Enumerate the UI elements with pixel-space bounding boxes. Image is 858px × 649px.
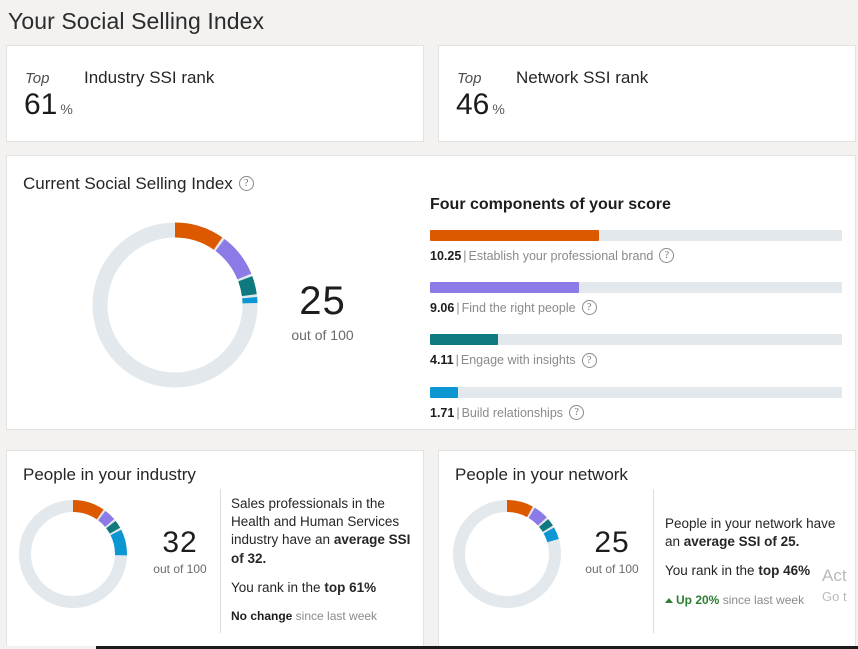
industry-donut-svg <box>19 500 127 608</box>
question-mark-circle-icon[interactable]: ? <box>581 352 597 368</box>
component-label-people: 9.06 | Find the right people? <box>430 300 854 316</box>
network-donut-chart <box>448 495 566 613</box>
industry-rank-heading: Industry SSI rank <box>84 68 215 87</box>
network-rank-sentence: You rank in the top 46% <box>665 562 845 580</box>
network-change-up: Up 20% <box>676 592 720 607</box>
industry-change-rest: since last week <box>292 609 378 624</box>
people-in-your-industry-title: People in your industry <box>23 465 196 484</box>
network-card-divider <box>653 489 654 633</box>
component-value-people: 9.06 <box>430 301 455 316</box>
industry-score-group: 32 out of 100 <box>140 526 220 577</box>
network-rank-top-label: Top <box>457 70 482 87</box>
industry-ssi-rank-card[interactable]: Top Industry SSI rank 61 % <box>6 45 424 142</box>
industry-score-value: 32 <box>162 526 198 559</box>
component-bar-track-insights <box>430 334 842 346</box>
industry-rank-percent-sign: % <box>60 101 73 117</box>
trend-up-arrow-icon <box>665 597 673 603</box>
current-ssi-title-row: Current Social Selling Index? <box>23 174 254 194</box>
component-bar-track-people <box>430 282 842 294</box>
score-components-title: Four components of your score <box>430 196 671 213</box>
network-donut-svg <box>453 500 561 608</box>
industry-card-divider <box>220 489 221 633</box>
question-mark-circle-icon[interactable]: ? <box>569 404 585 420</box>
component-bar-fill-people <box>430 282 580 294</box>
component-bar-fill-brand <box>430 230 599 241</box>
industry-rank-value-group: 61 % <box>24 90 73 120</box>
donut-svg <box>92 222 258 388</box>
network-description: People in your network have an average S… <box>665 515 845 608</box>
network-rank-value: 46 <box>456 88 490 121</box>
component-row-people: 9.06 | Find the right people? <box>430 282 854 316</box>
network-rank-percent-sign: % <box>492 101 505 117</box>
industry-change-row: No change since last week <box>231 608 413 624</box>
people-in-your-network-title: People in your network <box>455 465 628 484</box>
component-name-people: Find the right people <box>461 301 576 316</box>
network-rank-heading: Network SSI rank <box>516 68 649 87</box>
industry-rank-sentence: You rank in the top 61% <box>231 579 413 597</box>
question-mark-circle-icon[interactable]: ? <box>659 248 675 264</box>
network-rank-value-group: 46 % <box>456 90 505 120</box>
network-score-value: 25 <box>594 526 630 559</box>
component-name-insights: Engage with insights <box>460 353 576 368</box>
current-ssi-title: Current Social Selling Index <box>23 174 233 193</box>
industry-avg-sentence: Sales professionals in the Health and Hu… <box>231 495 413 568</box>
component-label-brand: 10.25 | Establish your professional brand? <box>430 248 854 264</box>
industry-rank-value: 61 <box>24 88 58 121</box>
component-bar-track-relationships <box>430 386 842 398</box>
network-avg-sentence: People in your network have an average S… <box>665 515 845 551</box>
industry-donut-chart <box>14 495 132 613</box>
component-value-brand: 10.25 <box>430 249 462 263</box>
component-row-insights: 4.11 | Engage with insights? <box>430 334 854 368</box>
network-score-group: 25 out of 100 <box>572 526 652 577</box>
network-rank-bold: top 46% <box>758 563 811 579</box>
component-separator-relationships: | <box>456 405 460 420</box>
network-avg-bold: average SSI of 25. <box>683 534 800 550</box>
component-row-relationships: 1.71 | Build relationships? <box>430 386 854 421</box>
component-row-brand: 10.25 | Establish your professional brand? <box>430 230 854 264</box>
network-ssi-rank-card[interactable]: Top Network SSI rank 46 % <box>438 45 856 142</box>
component-separator-brand: | <box>463 249 467 263</box>
network-change-rest: since last week <box>719 592 805 607</box>
component-label-insights: 4.11 | Engage with insights? <box>430 352 854 368</box>
network-change-row: Up 20% since last week <box>665 592 845 608</box>
current-ssi-score-value: 25 <box>299 279 346 323</box>
industry-change-strong: No change <box>231 609 293 624</box>
component-separator-insights: | <box>455 353 459 368</box>
question-mark-circle-icon[interactable]: ? <box>238 176 254 192</box>
industry-score-outof: out of 100 <box>153 562 207 576</box>
network-rank-pre: You rank in the <box>665 563 759 579</box>
component-name-brand: Establish your professional brand <box>468 249 654 263</box>
industry-rank-pre: You rank in the <box>231 579 325 595</box>
component-value-relationships: 1.71 <box>430 405 455 420</box>
industry-rank-top-label: Top <box>25 70 50 87</box>
current-ssi-score-group: 25 out of 100 <box>270 281 375 343</box>
component-name-relationships: Build relationships <box>461 405 564 420</box>
score-components-panel: Four components of your score 10.25 | Esta… <box>430 196 854 439</box>
current-ssi-donut-chart <box>85 215 265 395</box>
current-ssi-score-outof: out of 100 <box>291 327 354 343</box>
industry-rank-bold: top 61% <box>324 579 377 595</box>
component-separator-people: | <box>456 301 460 316</box>
question-mark-circle-icon[interactable]: ? <box>581 300 597 316</box>
component-value-insights: 4.11 <box>430 353 454 368</box>
component-bar-fill-insights <box>430 334 498 346</box>
industry-description: Sales professionals in the Health and Hu… <box>231 495 413 624</box>
page-title: Your Social Selling Index <box>8 8 265 34</box>
component-bar-track-brand <box>430 230 842 241</box>
ssi-dashboard: Your Social Selling Index Top Industry S… <box>0 0 858 649</box>
component-bar-fill-relationships <box>430 386 459 398</box>
component-label-relationships: 1.71 | Build relationships? <box>430 404 854 421</box>
network-score-outof: out of 100 <box>585 562 639 576</box>
